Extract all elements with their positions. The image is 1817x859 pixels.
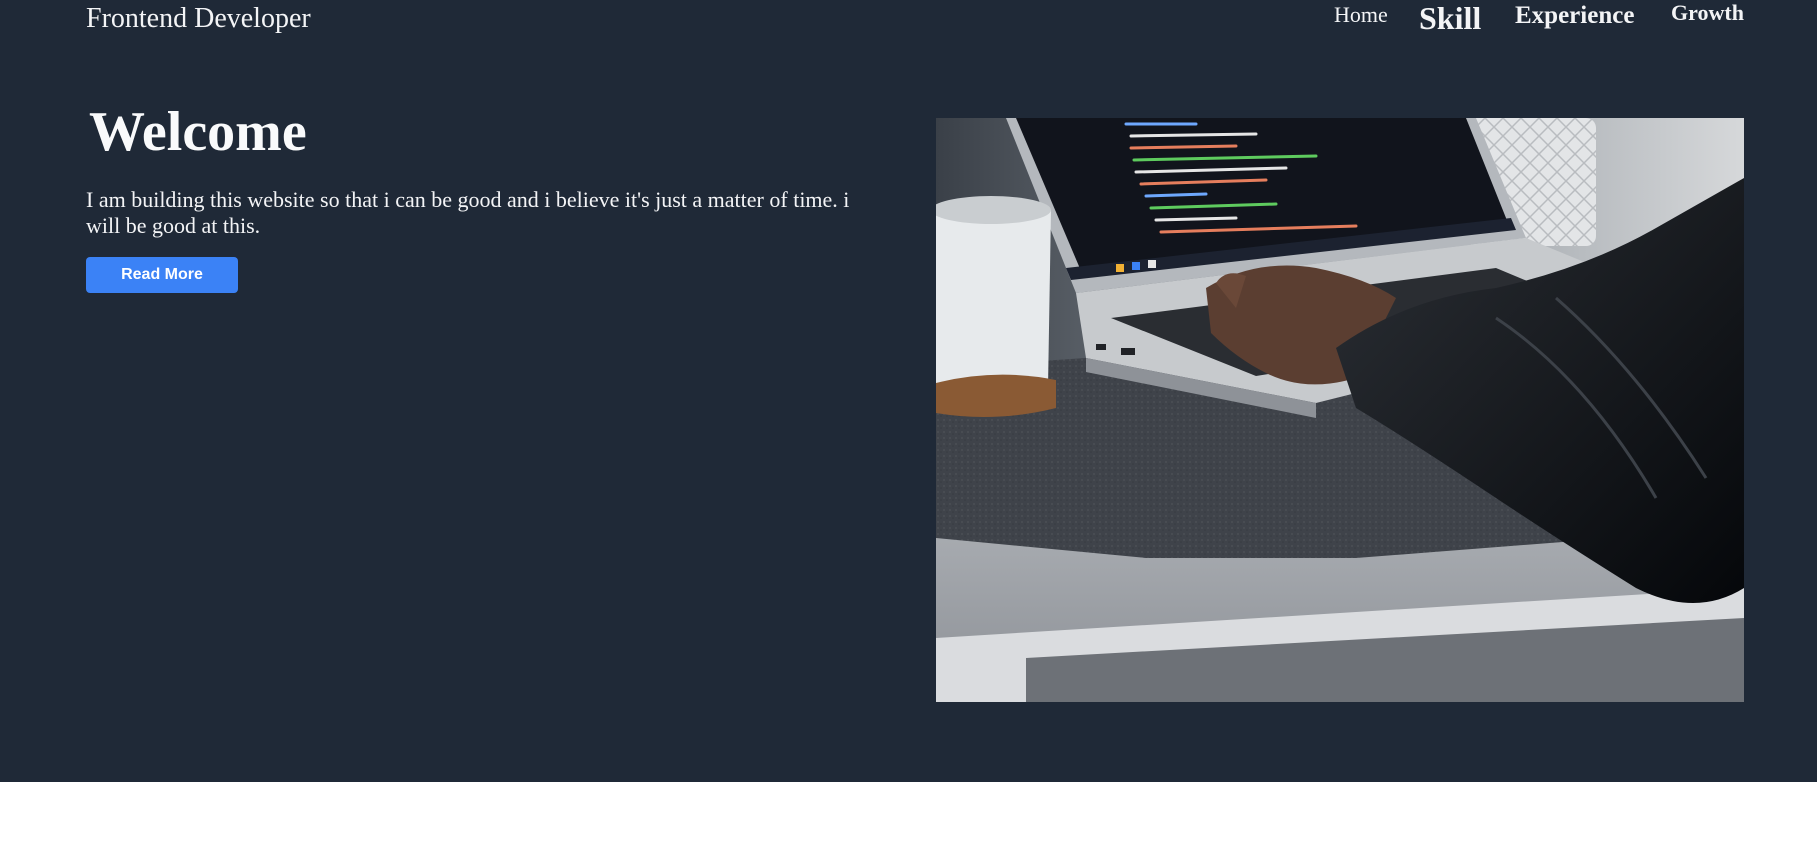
nav-link-skill[interactable]: Skill [1419, 0, 1481, 37]
nav-link-experience[interactable]: Experience [1515, 2, 1634, 30]
hero-intro-text: I am building this website so that i can… [86, 187, 850, 238]
hero-image [936, 118, 1744, 702]
main-nav: Home Skill Experience Growth [0, 0, 1817, 40]
laptop-photo-illustration [936, 118, 1744, 702]
nav-link-growth[interactable]: Growth [1671, 0, 1744, 26]
read-more-button[interactable]: Read More [86, 257, 238, 293]
hero-section: Frontend Developer Home Skill Experience… [0, 0, 1817, 782]
nav-link-home[interactable]: Home [1334, 2, 1388, 28]
hero-heading: Welcome [89, 101, 307, 163]
